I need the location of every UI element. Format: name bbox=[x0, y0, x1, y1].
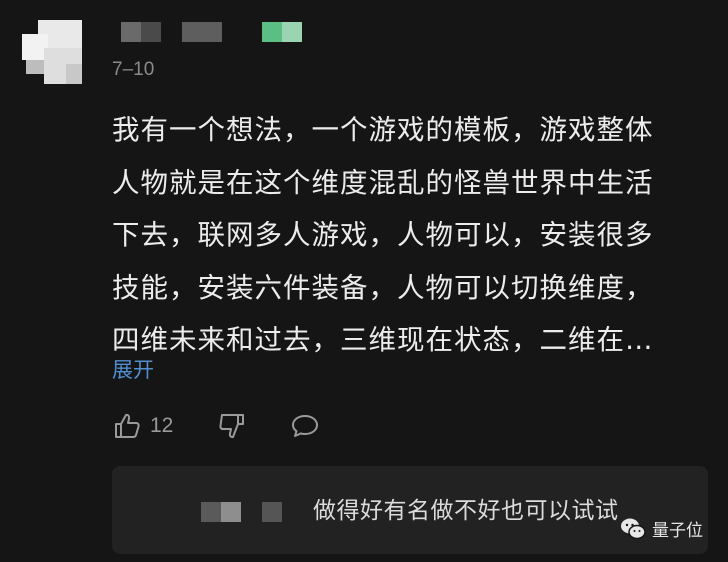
like-button[interactable]: 12 bbox=[112, 406, 173, 446]
dislike-icon bbox=[219, 414, 244, 439]
comment-line: 我有一个想法，一个游戏的模板，游戏整体 bbox=[112, 114, 654, 146]
comment-line: 四维未来和过去，三维现在状态，二维在… bbox=[112, 324, 654, 356]
comment-body: 我有一个想法，一个游戏的模板，游戏整体 人物就是在这个维度混乱的怪兽世界中生活 … bbox=[112, 104, 712, 367]
comment-line: 人物就是在这个维度混乱的怪兽世界中生活 bbox=[112, 166, 654, 199]
watermark: 量子位 bbox=[620, 516, 703, 541]
watermark-label: 量子位 bbox=[652, 521, 703, 541]
comment-line: 下去，联网多人游戏，人物可以，安装很多 bbox=[112, 219, 654, 251]
comment-line: 技能，安装六件装备，人物可以切换维度， bbox=[112, 271, 654, 304]
comment-date: 7–10 bbox=[112, 59, 155, 80]
avatar[interactable] bbox=[22, 20, 82, 84]
wechat-logo-icon bbox=[621, 518, 646, 539]
reply-button[interactable] bbox=[290, 406, 320, 446]
reply-text: 做得好有名做不好也可以试试 bbox=[313, 498, 619, 524]
comment-icon bbox=[292, 415, 318, 437]
like-count: 12 bbox=[150, 414, 174, 437]
dislike-button[interactable] bbox=[218, 406, 248, 446]
expand-link[interactable]: 展开 bbox=[112, 354, 154, 384]
like-icon bbox=[115, 413, 140, 438]
